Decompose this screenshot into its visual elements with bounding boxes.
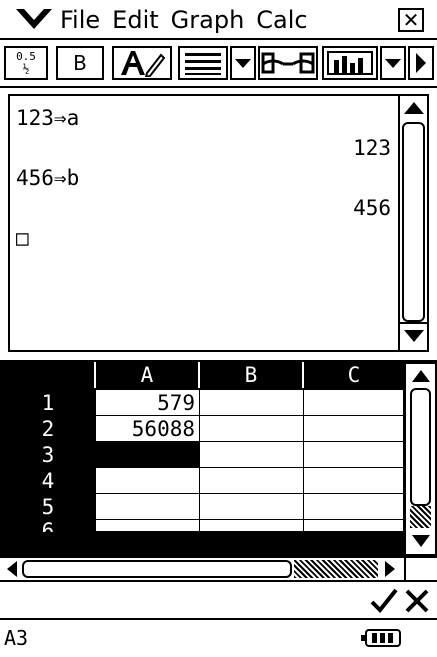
right-arrow-icon: [416, 53, 426, 73]
cell-a6[interactable]: [96, 520, 200, 532]
cursor-line: □: [16, 226, 29, 250]
row-header-5[interactable]: 5: [0, 494, 96, 520]
toolbar-next-button[interactable]: [408, 46, 434, 80]
scroll-down-icon[interactable]: [403, 328, 425, 344]
row-header-2[interactable]: 2: [0, 416, 96, 442]
row-header-3[interactable]: 3: [0, 442, 96, 468]
cell-c3[interactable]: [304, 442, 404, 468]
sheet-scroll-track: [410, 506, 431, 528]
column-header-c[interactable]: C: [304, 362, 404, 388]
format-button[interactable]: [112, 46, 172, 80]
align-icon: [185, 53, 221, 75]
scroll-divider: [398, 322, 429, 324]
menu-edit[interactable]: Edit: [112, 4, 158, 36]
cell-edit-line[interactable]: [0, 580, 437, 618]
view-button[interactable]: [258, 46, 318, 80]
confirm-check-icon[interactable]: [370, 588, 398, 614]
format-pen-icon: [121, 51, 166, 77]
menu-items: File Edit Graph Calc: [60, 4, 308, 36]
scroll-right-icon[interactable]: [384, 561, 396, 577]
cell-c4[interactable]: [304, 468, 404, 494]
cell-b5[interactable]: [200, 494, 304, 520]
input-line-1: 123⇒a: [16, 106, 80, 130]
result-line-2: 456: [353, 196, 391, 220]
chart-button[interactable]: [322, 46, 378, 80]
row-header-6[interactable]: 6: [0, 520, 96, 532]
row-header-1[interactable]: 1: [0, 390, 96, 416]
menu-graph[interactable]: Graph: [171, 4, 245, 36]
close-icon: ✕: [402, 8, 420, 32]
cell-a5[interactable]: [96, 494, 200, 520]
hscroll-divider: [404, 558, 406, 580]
hscroll-track: [294, 560, 378, 578]
result-line-1: 123: [353, 136, 391, 160]
close-button[interactable]: ✕: [398, 8, 424, 32]
cell-a1[interactable]: 579: [96, 390, 200, 416]
scroll-thumb[interactable]: [402, 122, 425, 322]
cell-b1[interactable]: [200, 390, 304, 416]
cell-a2[interactable]: 56088: [96, 416, 200, 442]
cell-c1[interactable]: [304, 390, 404, 416]
sheet-scroll-up-icon[interactable]: [411, 369, 431, 383]
menu-chevron-icon[interactable]: [14, 3, 54, 35]
align-dropdown-button[interactable]: [230, 46, 256, 80]
scroll-up-icon[interactable]: [403, 100, 425, 116]
main-vertical-scrollbar[interactable]: [398, 94, 429, 352]
bold-button[interactable]: B: [56, 46, 104, 80]
menu-bar: File Edit Graph Calc ✕: [0, 0, 437, 40]
cell-b3[interactable]: [200, 442, 304, 468]
cell-b6[interactable]: [200, 520, 304, 532]
cancel-x-icon[interactable]: [404, 588, 430, 614]
cell-b4[interactable]: [200, 468, 304, 494]
sheet-corner: [0, 362, 96, 388]
menu-calc[interactable]: Calc: [256, 4, 307, 36]
row-header-4[interactable]: 4: [0, 468, 96, 494]
column-header-b[interactable]: B: [200, 362, 304, 388]
chart-icon: [327, 51, 373, 75]
fraction-decimal-button[interactable]: 0.5 ½: [4, 46, 48, 80]
menu-file[interactable]: File: [60, 4, 100, 36]
dropdown-icon: [385, 59, 401, 68]
align-button[interactable]: [178, 46, 228, 80]
cell-a3-selected[interactable]: [96, 442, 200, 468]
sheet-scroll-thumb[interactable]: [410, 388, 431, 506]
sheet-vertical-scrollbar[interactable]: [404, 362, 437, 556]
status-cell-ref: A3: [4, 626, 29, 650]
status-bar: A3: [0, 618, 437, 657]
chart-dropdown-button[interactable]: [380, 46, 406, 80]
main-work-area[interactable]: 123⇒a 123 456⇒b 456 □: [8, 94, 429, 352]
spreadsheet: A B C 1 579 2 56088 3 4 5 6: [0, 360, 437, 556]
scroll-left-icon[interactable]: [6, 561, 18, 577]
input-line-2: 456⇒b: [16, 166, 80, 190]
cell-c2[interactable]: [304, 416, 404, 442]
cell-a4[interactable]: [96, 468, 200, 494]
cell-c6[interactable]: [304, 520, 404, 532]
cell-c5[interactable]: [304, 494, 404, 520]
view-glasses-icon: [261, 52, 315, 74]
cell-b2[interactable]: [200, 416, 304, 442]
bold-icon: B: [73, 51, 87, 75]
battery-icon: [361, 629, 401, 647]
toolbar: 0.5 ½ B: [0, 40, 437, 88]
dropdown-icon: [235, 59, 251, 68]
hscroll-thumb[interactable]: [22, 560, 292, 578]
sheet-scroll-down-icon[interactable]: [411, 534, 431, 548]
column-header-a[interactable]: A: [96, 362, 200, 388]
sheet-horizontal-scrollbar[interactable]: [0, 556, 437, 580]
